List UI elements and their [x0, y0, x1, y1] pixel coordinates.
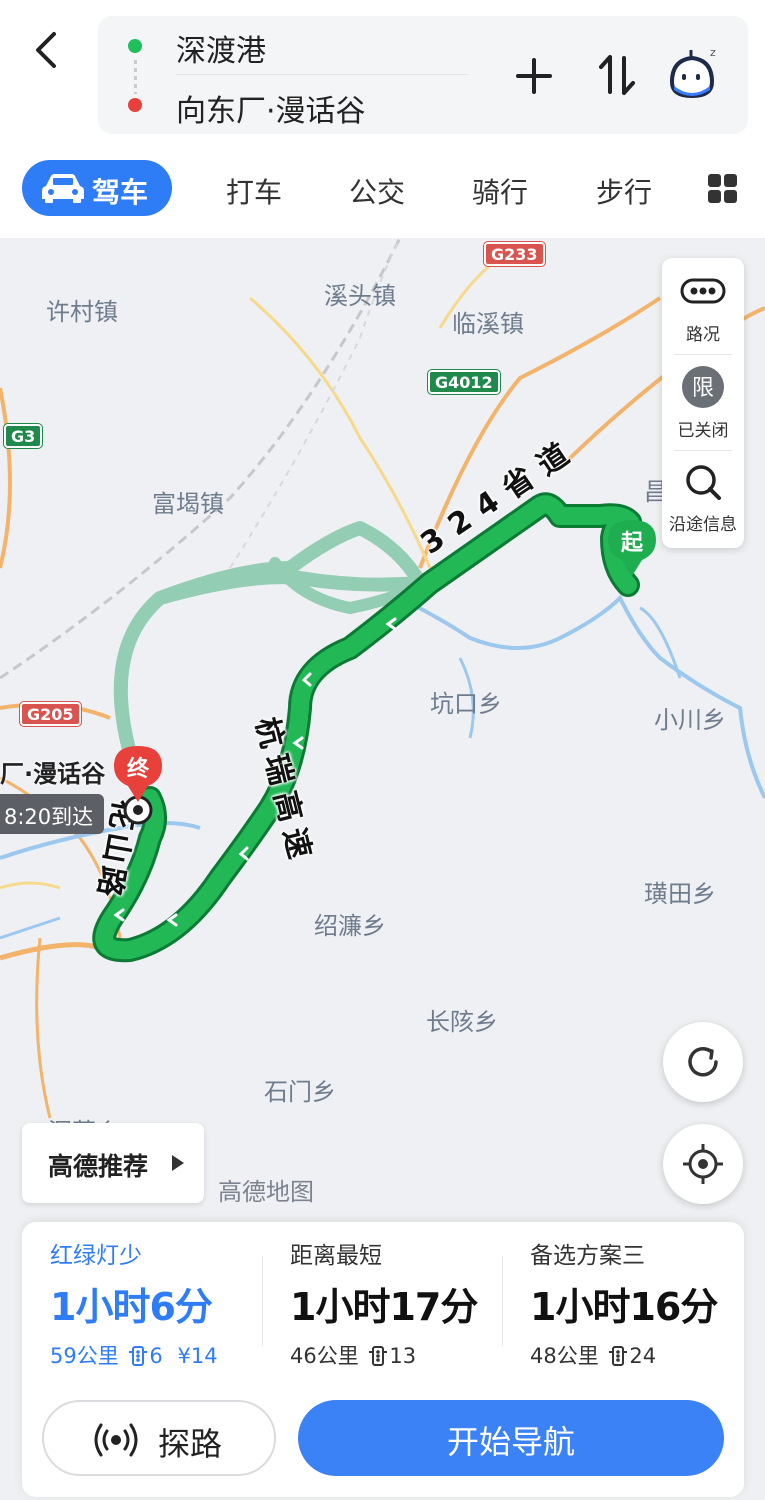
- locate-button[interactable]: [663, 1124, 743, 1204]
- town-label: 溪头镇: [324, 282, 396, 310]
- restriction-toggle[interactable]: 限 已关闭: [662, 354, 744, 450]
- route-options-sheet: 红绿灯少 1小时6分 59公里 6 ¥14 距离最短 1小时17分 46公里 1…: [22, 1222, 744, 1497]
- restriction-icon: 限: [682, 366, 724, 408]
- tab-drive[interactable]: 驾车: [22, 160, 172, 216]
- restriction-label: 已关闭: [677, 421, 729, 441]
- travel-mode-tabs: 驾车 打车 公交 骑行 步行: [0, 160, 765, 218]
- field-divider: [176, 74, 468, 75]
- traffic-toggle[interactable]: 路况: [662, 258, 744, 354]
- refresh-button[interactable]: [663, 1022, 743, 1102]
- town-label: 富堨镇: [152, 490, 224, 518]
- broadcast-icon: [94, 1423, 138, 1457]
- destination-map-label: 厂·漫话谷: [0, 760, 106, 788]
- more-modes-grid-icon[interactable]: [708, 174, 738, 204]
- start-location-field[interactable]: 深渡港: [176, 26, 266, 70]
- town-label: 绍濂乡: [314, 912, 386, 940]
- map-tools-panel: 路况 限 已关闭 沿途信息: [662, 258, 744, 548]
- voice-assistant-icon[interactable]: z: [660, 42, 724, 106]
- town-label: 长陔乡: [426, 1008, 498, 1036]
- swap-route-icon[interactable]: [592, 50, 642, 100]
- route-distance: 48公里: [530, 1344, 599, 1368]
- route-header: 深渡港 向东厂·漫话谷 z 驾车 打车 公交 骑行 步行: [0, 0, 765, 238]
- route-lights: 13: [389, 1344, 417, 1368]
- traffic-label: 路况: [686, 325, 720, 345]
- tab-walk[interactable]: 步行: [596, 171, 652, 211]
- eta-text: 8:20到达: [4, 805, 94, 829]
- end-point-dot: [128, 98, 142, 112]
- end-pin-icon[interactable]: 终: [112, 744, 164, 804]
- explore-label: 探路: [158, 1425, 223, 1463]
- route-duration: 1小时17分: [290, 1285, 478, 1329]
- start-pin-icon[interactable]: 起: [606, 518, 658, 578]
- route-toll: ¥14: [177, 1344, 218, 1368]
- route-tag: 备选方案三: [530, 1243, 645, 1269]
- start-navigation-button[interactable]: 开始导航: [298, 1400, 724, 1476]
- town-label: 临溪镇: [452, 310, 524, 338]
- route-connector: [134, 60, 137, 94]
- back-arrow-icon[interactable]: [26, 28, 70, 72]
- tab-ride[interactable]: 骑行: [472, 171, 528, 211]
- traffic-light-icon: [609, 1346, 628, 1366]
- tab-bus[interactable]: 公交: [349, 171, 405, 211]
- route-meta: 46公里 13: [290, 1340, 416, 1370]
- along-route-label: 沿途信息: [669, 515, 737, 535]
- destination-field[interactable]: 向东厂·漫话谷: [176, 86, 366, 130]
- eta-badge: 8:20到达: [0, 794, 104, 834]
- route-duration: 1小时16分: [530, 1285, 718, 1329]
- route-tag: 红绿灯少: [50, 1243, 142, 1269]
- route-tag: 距离最短: [290, 1243, 382, 1269]
- gaode-recommend-button[interactable]: 高德推荐: [22, 1123, 204, 1203]
- tab-taxi[interactable]: 打车: [226, 171, 282, 211]
- start-navigation-label: 开始导航: [446, 1423, 575, 1461]
- recommend-label: 高德推荐: [48, 1152, 149, 1181]
- route-meta: 48公里 24: [530, 1340, 656, 1370]
- route-option-3[interactable]: 备选方案三 1小时16分 48公里 24: [502, 1222, 742, 1382]
- traffic-icon: [680, 278, 726, 304]
- search-icon: [686, 465, 721, 500]
- town-label: 许村镇: [46, 298, 118, 326]
- town-label: 石门乡: [264, 1078, 336, 1106]
- along-route-button[interactable]: 沿途信息: [662, 450, 744, 546]
- play-triangle-icon: [172, 1155, 184, 1171]
- highway-shield-g4012: G4012: [427, 369, 501, 395]
- tab-drive-label: 驾车: [92, 176, 149, 209]
- highway-shield-g205: G205: [19, 701, 82, 727]
- route-duration: 1小时6分: [50, 1285, 213, 1329]
- highway-shield-g3: G3: [2, 423, 44, 449]
- add-waypoint-plus-icon[interactable]: [510, 52, 558, 100]
- route-meta: 59公里 6 ¥14: [50, 1340, 218, 1370]
- start-point-dot: [128, 39, 142, 53]
- map-watermark: 高德地图: [218, 1178, 314, 1206]
- end-pin-label: 终: [127, 756, 150, 782]
- locate-crosshair-icon: [683, 1144, 723, 1184]
- route-input-card: 深渡港 向东厂·漫话谷 z: [98, 16, 748, 134]
- route-lights: 6: [149, 1344, 163, 1368]
- town-label: 坑口乡: [430, 690, 502, 718]
- route-option-2[interactable]: 距离最短 1小时17分 46公里 13: [262, 1222, 502, 1382]
- town-label: 小川乡: [654, 706, 726, 734]
- traffic-light-icon: [129, 1346, 148, 1366]
- highway-shield-g233: G233: [483, 241, 546, 267]
- route-option-1[interactable]: 红绿灯少 1小时6分 59公里 6 ¥14: [22, 1222, 262, 1382]
- restriction-glyph: 限: [692, 376, 714, 401]
- route-lights: 24: [629, 1344, 657, 1368]
- refresh-icon: [688, 1047, 718, 1077]
- traffic-light-icon: [369, 1346, 388, 1366]
- route-distance: 46公里: [290, 1344, 359, 1368]
- svg-text:z: z: [710, 46, 716, 59]
- town-label: 璜田乡: [644, 880, 716, 908]
- route-distance: 59公里: [50, 1344, 119, 1368]
- start-pin-label: 起: [620, 531, 644, 556]
- explore-route-button[interactable]: 探路: [42, 1400, 276, 1476]
- car-icon: [42, 174, 84, 203]
